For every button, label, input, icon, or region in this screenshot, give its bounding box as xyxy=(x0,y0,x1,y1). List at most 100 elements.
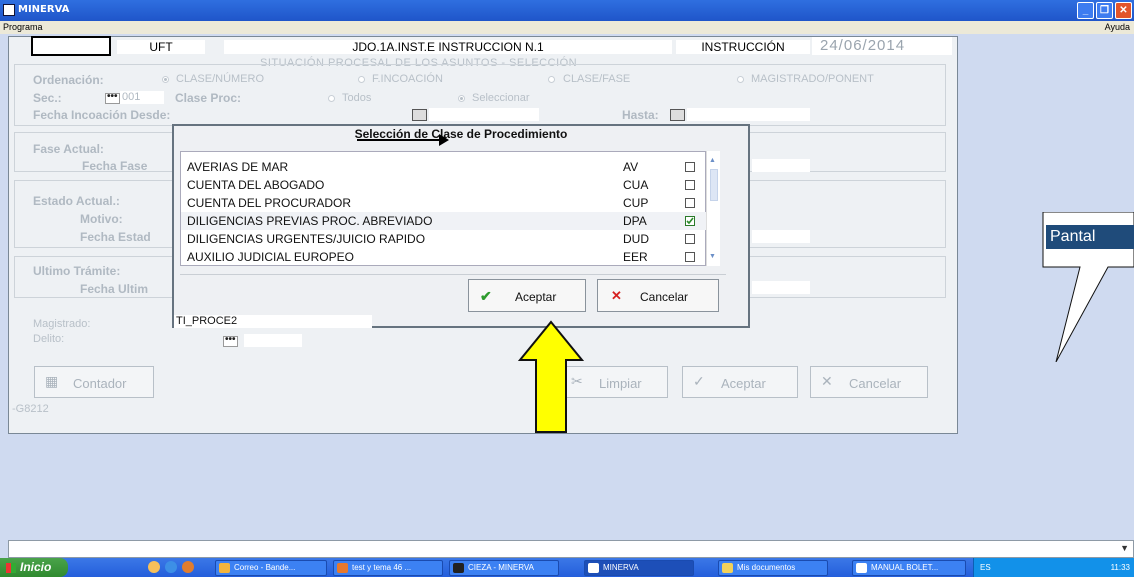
screen-code: -G8212 xyxy=(12,403,49,415)
x-icon: ✕ xyxy=(821,373,833,389)
task-minerva[interactable]: MINERVA xyxy=(584,560,694,576)
item-name: AVERIAS DE MAR xyxy=(187,160,289,174)
item-checkbox[interactable] xyxy=(685,198,695,208)
scroll-down-icon[interactable]: ▼ xyxy=(709,253,716,260)
window-titlebar: MINERVA _ ❐ ✕ xyxy=(0,0,1134,21)
task-label: Mis documentos xyxy=(737,563,796,572)
radio-clase-numero[interactable] xyxy=(162,76,169,83)
start-button[interactable]: Inicio xyxy=(0,558,68,577)
ie-icon[interactable] xyxy=(165,561,177,573)
app-icon xyxy=(3,4,15,16)
item-name: DILIGENCIAS PREVIAS PROC. ABREVIADO xyxy=(187,214,433,228)
document-icon xyxy=(856,563,867,573)
annotation-arrow-head xyxy=(439,134,449,146)
item-code: EER xyxy=(623,250,648,264)
item-checkbox[interactable] xyxy=(685,234,695,244)
task-label: MANUAL BOLET... xyxy=(871,563,939,572)
task-cieza[interactable]: CIEZA - MINERVA xyxy=(449,560,559,576)
contador-button[interactable]: ▦ Contador xyxy=(34,366,154,398)
calendar-icon[interactable] xyxy=(670,109,685,121)
language-indicator[interactable]: ES xyxy=(980,563,991,572)
radio-magistrado[interactable] xyxy=(737,76,744,83)
list-item[interactable]: CUENTA DEL PROCURADOR CUP xyxy=(181,194,707,212)
delito-label: Delito: xyxy=(33,333,65,345)
folder-icon xyxy=(722,563,733,573)
yellow-arrow-annotation xyxy=(517,320,585,433)
fecha-ultimo-label: Fecha Ultim xyxy=(80,282,149,296)
fecha-fase-input[interactable] xyxy=(752,159,810,172)
task-label: CIEZA - MINERVA xyxy=(468,563,534,572)
task-label: Correo - Bande... xyxy=(234,563,296,572)
ordenacion-label: Ordenación: xyxy=(33,73,104,87)
cancelar-main-label: Cancelar xyxy=(849,376,902,391)
contador-label: Contador xyxy=(73,376,127,391)
dialog-cancelar-label: Cancelar xyxy=(640,290,689,304)
radio-todos[interactable] xyxy=(328,95,335,102)
sec-lookup-button[interactable]: ••• xyxy=(105,92,120,104)
item-name: CUENTA DEL ABOGADO xyxy=(187,178,325,192)
task-label: MINERVA xyxy=(603,563,639,572)
radio-seleccionar[interactable] xyxy=(458,95,465,102)
list-item[interactable]: AVERIAS DE MAR AV xyxy=(181,158,707,176)
cancelar-main-button[interactable]: ✕ Cancelar xyxy=(810,366,928,398)
fecha-estado-input[interactable] xyxy=(752,230,810,243)
item-code: CUP xyxy=(623,196,649,210)
uft-field: UFT xyxy=(117,40,205,54)
dialog-cancelar-button[interactable]: ✕ Cancelar xyxy=(597,279,719,312)
delito-lookup-button[interactable]: ••• xyxy=(223,335,238,347)
callout-label: Pantal xyxy=(1046,225,1134,249)
list-item-selected[interactable]: DILIGENCIAS PREVIAS PROC. ABREVIADO DPA xyxy=(181,212,707,230)
maximize-button[interactable]: ❐ xyxy=(1096,2,1113,19)
fecha-estado-label: Fecha Estad xyxy=(80,230,151,244)
list-item[interactable]: CUENTA DEL ABOGADO CUA xyxy=(181,176,707,194)
list-scrollbar[interactable]: ▲ ▼ xyxy=(706,151,720,266)
item-code: CUA xyxy=(623,178,649,192)
x-icon: ✕ xyxy=(611,288,622,303)
fase-actual-label: Fase Actual: xyxy=(33,142,104,156)
radio-todos-label: Todos xyxy=(342,92,372,104)
ultimo-tramite-label: Ultimo Trámite: xyxy=(33,264,121,278)
task-label: test y tema 46 ... xyxy=(352,563,412,572)
dialog-aceptar-button[interactable]: ✔ Aceptar xyxy=(468,279,586,312)
task-manual[interactable]: MANUAL BOLET... xyxy=(852,560,966,576)
scroll-thumb[interactable] xyxy=(710,169,718,201)
item-checkbox[interactable] xyxy=(685,180,695,190)
checkmark-icon xyxy=(686,217,694,225)
radio-seleccionar-label: Seleccionar xyxy=(472,92,530,104)
item-checkbox[interactable] xyxy=(685,162,695,172)
quicklaunch-icon[interactable] xyxy=(148,561,160,573)
section-field: INSTRUCCIÓN xyxy=(676,40,810,54)
fecha-desde-input[interactable] xyxy=(429,108,539,121)
task-mis-documentos[interactable]: Mis documentos xyxy=(718,560,828,576)
mail-icon xyxy=(219,563,230,573)
menubar: Programa Ayuda xyxy=(0,21,1134,34)
item-checkbox-checked[interactable] xyxy=(685,216,695,226)
sec-input[interactable]: 001 xyxy=(120,91,164,104)
chevron-down-icon[interactable]: ▼ xyxy=(1120,543,1129,553)
system-tray: ES 11:33 xyxy=(973,558,1134,577)
aceptar-main-button[interactable]: ✓ Aceptar xyxy=(682,366,798,398)
radio-clase-fase[interactable] xyxy=(548,76,555,83)
fecha-hasta-input[interactable] xyxy=(687,108,810,121)
list-item[interactable]: DILIGENCIAS URGENTES/JUICIO RAPIDO DUD xyxy=(181,230,707,248)
list-item[interactable]: AUXILIO JUDICIAL EUROPEO EER xyxy=(181,248,707,266)
calendar-icon[interactable] xyxy=(412,109,427,121)
firefox-icon[interactable] xyxy=(182,561,194,573)
radio-f-incoacion[interactable] xyxy=(358,76,365,83)
delito-input[interactable] xyxy=(244,334,302,347)
close-button[interactable]: ✕ xyxy=(1115,2,1132,19)
minimize-button[interactable]: _ xyxy=(1077,2,1094,19)
highlight-box xyxy=(31,36,111,56)
menu-programa[interactable]: Programa xyxy=(3,22,43,32)
radio-magistrado-label: MAGISTRADO/PONENT xyxy=(751,73,874,85)
task-test[interactable]: test y tema 46 ... xyxy=(333,560,443,576)
sec-label: Sec.: xyxy=(33,91,62,105)
item-checkbox[interactable] xyxy=(685,252,695,262)
scroll-up-icon[interactable]: ▲ xyxy=(709,157,716,164)
clase-procedimiento-dialog: Selección de Clase de Procedimiento AVER… xyxy=(172,124,750,328)
dialog-divider xyxy=(180,274,726,275)
task-correo[interactable]: Correo - Bande... xyxy=(215,560,327,576)
procedure-list[interactable]: AVERIAS DE MAR AV CUENTA DEL ABOGADO CUA… xyxy=(180,151,707,266)
menu-ayuda[interactable]: Ayuda xyxy=(1105,22,1130,32)
fecha-ultimo-input[interactable] xyxy=(752,281,810,294)
